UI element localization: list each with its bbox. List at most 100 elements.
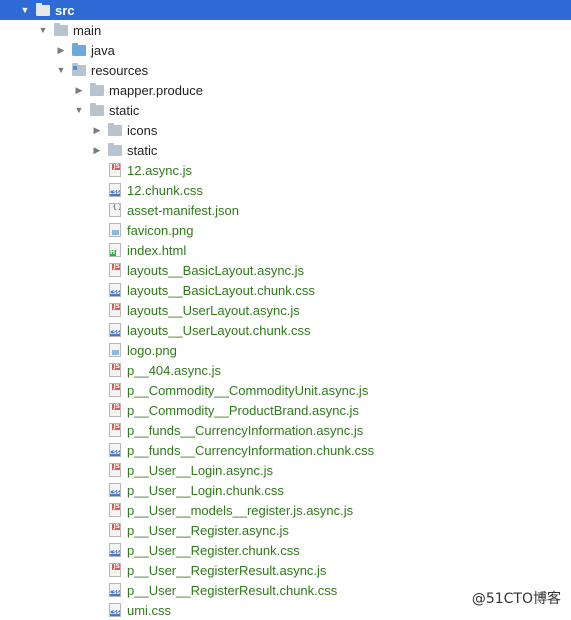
tree-file-row[interactable]: JS layouts__BasicLayout.async.js <box>0 260 571 280</box>
tree-file-row[interactable]: JS p__funds__CurrencyInformation.async.js <box>0 420 571 440</box>
tree-file-row[interactable]: JS p__Commodity__ProductBrand.async.js <box>0 400 571 420</box>
css-file-icon: CSS <box>108 443 122 457</box>
expand-arrow-right-icon[interactable]: ▶ <box>92 145 102 155</box>
tree-file-row[interactable]: {} asset-manifest.json <box>0 200 571 220</box>
tree-item-label: 12.async.js <box>127 162 193 178</box>
folder-icon <box>108 123 122 137</box>
tree-folder-row[interactable]: ▶ mapper.produce <box>0 80 571 100</box>
javascript-file-icon: JS <box>108 423 122 437</box>
resources-folder-icon <box>72 63 86 77</box>
tree-file-row[interactable]: JS p__User__Login.async.js <box>0 460 571 480</box>
tree-item-label: icons <box>127 122 158 138</box>
tree-item-label: p__User__Login.async.js <box>127 462 273 478</box>
html-file-icon: H <box>108 243 122 257</box>
tree-item-label: static <box>109 102 140 118</box>
tree-item-label: index.html <box>127 242 187 258</box>
tree-folder-row[interactable]: ▶ java <box>0 40 571 60</box>
tree-item-label: p__User__models__register.js.async.js <box>127 502 354 518</box>
css-file-icon: CSS <box>108 323 122 337</box>
expand-arrow-right-icon[interactable]: ▶ <box>74 85 84 95</box>
expand-arrow-down-icon[interactable]: ▼ <box>20 5 30 15</box>
source-folder-icon <box>72 43 86 57</box>
tree-file-row[interactable]: CSS 12.chunk.css <box>0 180 571 200</box>
tree-item-label: java <box>91 42 115 58</box>
tree-file-row[interactable]: logo.png <box>0 340 571 360</box>
tree-file-row[interactable]: JS layouts__UserLayout.async.js <box>0 300 571 320</box>
tree-file-row[interactable]: CSS layouts__UserLayout.chunk.css <box>0 320 571 340</box>
css-file-icon: CSS <box>108 283 122 297</box>
tree-item-label: asset-manifest.json <box>127 202 239 218</box>
tree-item-label: p__404.async.js <box>127 362 221 378</box>
tree-file-row[interactable]: JS p__User__RegisterResult.async.js <box>0 560 571 580</box>
tree-item-label: p__Commodity__CommodityUnit.async.js <box>127 382 369 398</box>
folder-icon <box>54 23 68 37</box>
javascript-file-icon: JS <box>108 523 122 537</box>
tree-item-label: p__funds__CurrencyInformation.chunk.css <box>127 442 375 458</box>
tree-item-label: layouts__BasicLayout.chunk.css <box>127 282 315 298</box>
tree-item-label: p__User__RegisterResult.chunk.css <box>127 582 338 598</box>
folder-icon <box>36 3 50 17</box>
tree-item-label: logo.png <box>127 342 177 358</box>
tree-item-label: resources <box>91 62 149 78</box>
tree-folder-row[interactable]: ▼ resources <box>0 60 571 80</box>
javascript-file-icon: JS <box>108 163 122 177</box>
tree-file-row[interactable]: JS p__User__models__register.js.async.js <box>0 500 571 520</box>
expand-arrow-right-icon[interactable]: ▶ <box>92 125 102 135</box>
tree-item-label: p__Commodity__ProductBrand.async.js <box>127 402 359 418</box>
css-file-icon: CSS <box>108 603 122 617</box>
tree-item-label: layouts__BasicLayout.async.js <box>127 262 305 278</box>
expand-arrow-down-icon[interactable]: ▼ <box>74 105 84 115</box>
tree-file-row[interactable]: CSS p__User__Register.chunk.css <box>0 540 571 560</box>
tree-file-row[interactable]: CSS layouts__BasicLayout.chunk.css <box>0 280 571 300</box>
expand-arrow-down-icon[interactable]: ▼ <box>56 65 66 75</box>
tree-item-label: p__User__Register.async.js <box>127 522 289 538</box>
tree-folder-row[interactable]: ▶ icons <box>0 120 571 140</box>
tree-file-row[interactable]: CSS p__User__Login.chunk.css <box>0 480 571 500</box>
tree-file-row[interactable]: JS 12.async.js <box>0 160 571 180</box>
tree-file-row[interactable]: Hindex.html <box>0 240 571 260</box>
json-file-icon: {} <box>108 203 122 217</box>
tree-item-label: mapper.produce <box>109 82 203 98</box>
tree-folder-row[interactable]: ▼ src <box>0 0 571 20</box>
javascript-file-icon: JS <box>108 563 122 577</box>
javascript-file-icon: JS <box>108 503 122 517</box>
tree-file-row[interactable]: JS p__404.async.js <box>0 360 571 380</box>
tree-file-row[interactable]: JS p__Commodity__CommodityUnit.async.js <box>0 380 571 400</box>
tree-item-label: p__funds__CurrencyInformation.async.js <box>127 422 364 438</box>
javascript-file-icon: JS <box>108 383 122 397</box>
tree-file-row[interactable]: favicon.png <box>0 220 571 240</box>
tree-item-label: static <box>127 142 158 158</box>
tree-item-label: main <box>73 22 102 38</box>
tree-item-label: p__User__Register.chunk.css <box>127 542 300 558</box>
tree-item-label: umi.css <box>127 602 172 618</box>
folder-icon <box>90 103 104 117</box>
folder-icon <box>108 143 122 157</box>
javascript-file-icon: JS <box>108 463 122 477</box>
expand-arrow-down-icon[interactable]: ▼ <box>38 25 48 35</box>
folder-icon <box>90 83 104 97</box>
image-file-icon <box>108 223 122 237</box>
tree-file-row[interactable]: JS p__User__Register.async.js <box>0 520 571 540</box>
tree-folder-row[interactable]: ▼ static <box>0 100 571 120</box>
expand-arrow-right-icon[interactable]: ▶ <box>56 45 66 55</box>
css-file-icon: CSS <box>108 543 122 557</box>
watermark: @51CTO博客 <box>469 588 563 608</box>
tree-file-row[interactable]: CSS p__funds__CurrencyInformation.chunk.c… <box>0 440 571 460</box>
javascript-file-icon: JS <box>108 403 122 417</box>
javascript-file-icon: JS <box>108 363 122 377</box>
tree-item-label: favicon.png <box>127 222 194 238</box>
tree-folder-row[interactable]: ▶ static <box>0 140 571 160</box>
image-file-icon <box>108 343 122 357</box>
tree-item-label: p__User__Login.chunk.css <box>127 482 284 498</box>
tree-folder-row[interactable]: ▼ main <box>0 20 571 40</box>
tree-item-label: 12.chunk.css <box>127 182 203 198</box>
tree-item-label: src <box>55 2 75 18</box>
tree-item-label: p__User__RegisterResult.async.js <box>127 562 327 578</box>
javascript-file-icon: JS <box>108 303 122 317</box>
tree-item-label: layouts__UserLayout.async.js <box>127 302 300 318</box>
tree-item-label: layouts__UserLayout.chunk.css <box>127 322 311 338</box>
css-file-icon: CSS <box>108 183 122 197</box>
css-file-icon: CSS <box>108 483 122 497</box>
css-file-icon: CSS <box>108 583 122 597</box>
javascript-file-icon: JS <box>108 263 122 277</box>
